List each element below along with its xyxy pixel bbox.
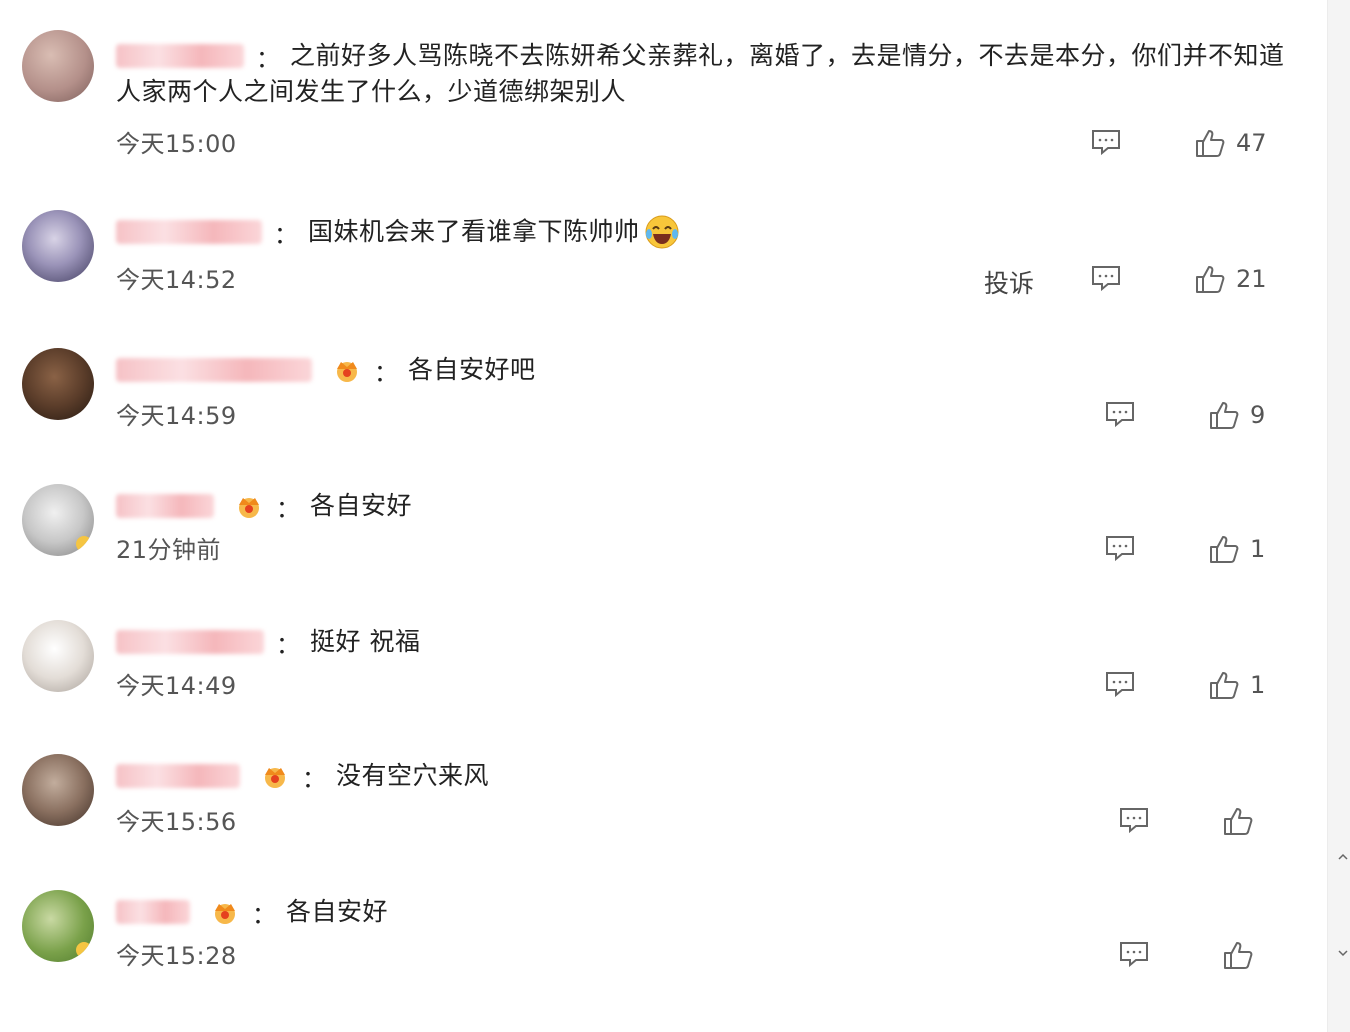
comment-text: 各自安好	[310, 491, 413, 520]
like-button[interactable]: 1	[1208, 670, 1265, 700]
comment-item: ： 挺好 祝福 今天14:49 1	[0, 620, 1300, 740]
username-blurred[interactable]	[116, 220, 262, 244]
comment-header: ： 挺好 祝福	[116, 620, 420, 664]
thumbs-up-icon	[1210, 402, 1239, 429]
username-blurred[interactable]	[116, 764, 240, 788]
comment-bubble-icon[interactable]	[1090, 128, 1122, 156]
comment-text: 各自安好吧	[408, 355, 536, 384]
colon: ：	[374, 358, 398, 387]
thumbs-up-icon	[1210, 672, 1239, 699]
colon: ：	[274, 220, 298, 249]
comment-time: 今天15:56	[116, 808, 237, 836]
like-count: 47	[1236, 129, 1267, 157]
avatar[interactable]	[22, 210, 94, 282]
colon: ：	[276, 630, 300, 659]
comment-text-continued: 人家两个人之间发生了什么，少道德绑架别人	[116, 77, 627, 106]
like-button[interactable]: 1	[1208, 534, 1265, 564]
vip-crown-icon	[332, 357, 362, 383]
username-blurred[interactable]	[116, 358, 312, 382]
comment-text: 挺好 祝福	[310, 627, 421, 656]
like-button[interactable]: 21	[1194, 264, 1267, 294]
like-button[interactable]	[1222, 806, 1264, 836]
thumbs-up-icon	[1224, 808, 1253, 835]
comment-bubble-icon[interactable]	[1104, 400, 1136, 428]
comment-bubble-icon[interactable]	[1104, 534, 1136, 562]
comment-text: 各自安好	[286, 897, 389, 926]
comment-text: 没有空穴来风	[336, 761, 490, 790]
scroll-up-arrow-icon[interactable]	[1338, 852, 1348, 862]
thumbs-up-icon	[1210, 536, 1239, 563]
vip-crown-icon	[210, 899, 240, 925]
thumbs-up-icon	[1224, 942, 1253, 969]
avatar[interactable]	[22, 890, 94, 962]
like-count: 21	[1236, 265, 1267, 293]
comment-bubble-icon[interactable]	[1118, 940, 1150, 968]
comment-header: ： 国妹机会来了看谁拿下陈帅帅	[116, 210, 680, 254]
vip-crown-icon	[234, 493, 264, 519]
colon: ：	[302, 764, 326, 793]
avatar[interactable]	[22, 484, 94, 556]
comment-time: 今天15:00	[116, 130, 237, 158]
thumbs-up-icon	[1196, 266, 1225, 293]
scrollbar[interactable]	[1327, 0, 1350, 1032]
comment-time: 今天14:52	[116, 266, 237, 294]
like-count: 1	[1250, 535, 1266, 563]
report-button[interactable]: 投诉	[984, 264, 1034, 300]
comment-item: ： 国妹机会来了看谁拿下陈帅帅 今天14:52 投诉 21	[0, 210, 1300, 330]
avatar[interactable]	[22, 348, 94, 420]
comment-bubble-icon[interactable]	[1118, 806, 1150, 834]
username-blurred[interactable]	[116, 630, 264, 654]
verified-badge-icon	[76, 942, 92, 958]
username-blurred[interactable]	[116, 44, 244, 68]
like-button[interactable]: 9	[1208, 400, 1265, 430]
verified-badge-icon	[76, 536, 92, 552]
like-button[interactable]	[1222, 940, 1264, 970]
colon: ：	[252, 900, 276, 929]
username-blurred[interactable]	[116, 900, 190, 924]
comment-time: 今天15:28	[116, 942, 237, 970]
username-blurred[interactable]	[116, 494, 214, 518]
comment-time: 今天14:49	[116, 672, 237, 700]
like-button[interactable]: 47	[1194, 128, 1267, 158]
comment-header: ： 各自安好	[116, 890, 388, 934]
scroll-down-arrow-icon[interactable]	[1338, 948, 1348, 958]
avatar[interactable]	[22, 754, 94, 826]
comment-item: ： 之前好多人骂陈晓不去陈妍希父亲葬礼，离婚了，去是情分，不去是本分，你们并不知…	[0, 30, 1300, 180]
comment-header: ： 各自安好	[116, 484, 412, 528]
comment-bubble-icon[interactable]	[1104, 670, 1136, 698]
comment-item: ： 各自安好 今天15:28	[0, 890, 1300, 1010]
comment-item: ： 各自安好 21分钟前 1	[0, 484, 1300, 604]
like-count: 1	[1250, 671, 1266, 699]
comment-item: ： 没有空穴来风 今天15:56	[0, 754, 1300, 874]
like-count: 9	[1250, 401, 1266, 429]
comment-bubble-icon[interactable]	[1090, 264, 1122, 292]
avatar[interactable]	[22, 30, 94, 102]
comment-header: ： 没有空穴来风	[116, 754, 489, 798]
comment-time: 今天14:59	[116, 402, 237, 430]
colon: ：	[256, 44, 280, 73]
colon: ：	[276, 494, 300, 523]
laughing-tears-emoji-icon	[645, 215, 679, 249]
comment-header: ： 各自安好吧	[116, 348, 536, 392]
vip-crown-icon	[260, 763, 290, 789]
comment-time: 21分钟前	[116, 536, 222, 564]
thumbs-up-icon	[1196, 130, 1225, 157]
comment-text: 国妹机会来了看谁拿下陈帅帅	[308, 217, 640, 246]
comment-item: ： 各自安好吧 今天14:59 9	[0, 348, 1300, 468]
avatar[interactable]	[22, 620, 94, 692]
